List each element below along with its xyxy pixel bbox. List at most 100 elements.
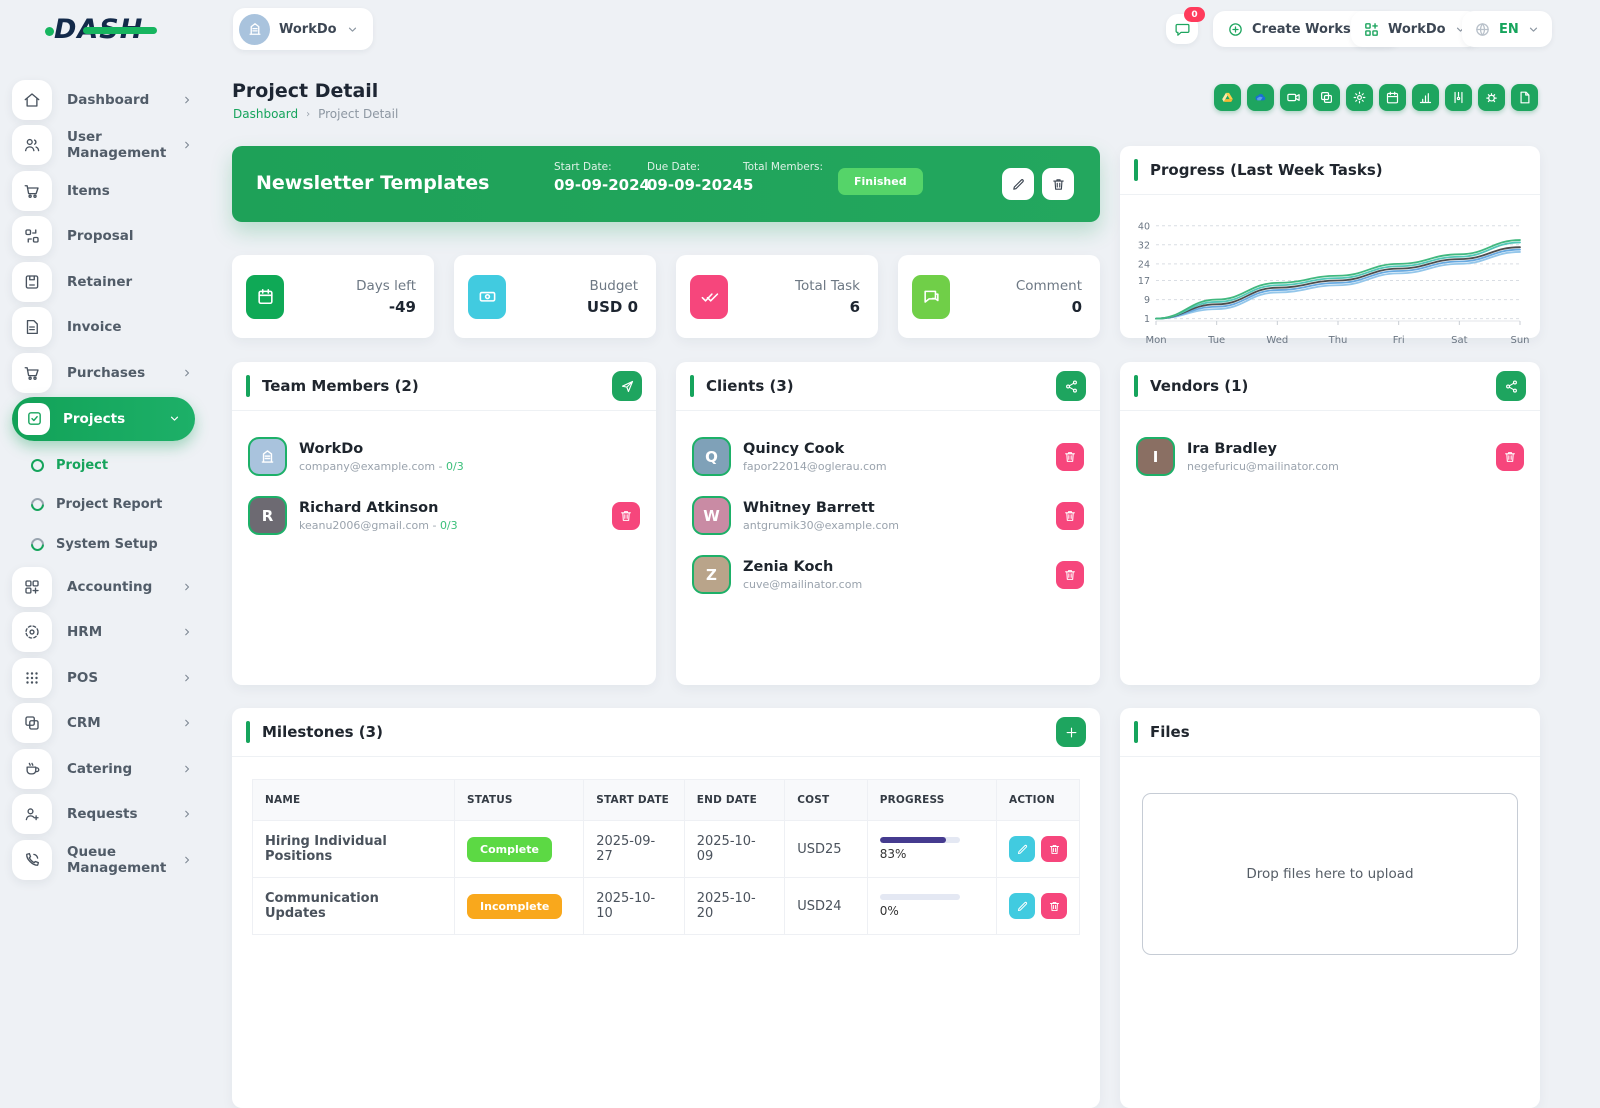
invite-member-button[interactable] xyxy=(612,371,642,401)
sidebar-item-user-management[interactable]: User Management xyxy=(0,123,207,169)
vendors-title: Vendors (1) xyxy=(1150,377,1496,395)
member-name: Whitney Barrett xyxy=(743,500,1044,516)
delete-member-button[interactable] xyxy=(1056,561,1084,589)
sidebar-item-dashboard[interactable]: Dashboard xyxy=(0,77,207,123)
share-clients-button[interactable] xyxy=(1056,371,1086,401)
sidebar-item-label: Retainer xyxy=(67,274,193,290)
invoice-icon xyxy=(23,318,41,336)
share-vendors-button[interactable] xyxy=(1496,371,1526,401)
stat-label: Days left xyxy=(294,278,416,294)
sidebar-item-hrm[interactable]: HRM xyxy=(0,610,207,656)
files-title: Files xyxy=(1150,723,1526,741)
sidebar-item-catering[interactable]: Catering xyxy=(0,746,207,792)
app-logo[interactable]: DASH xyxy=(54,14,143,45)
sidebar-item-invoice[interactable]: Invoice xyxy=(0,305,207,351)
pencil-icon xyxy=(1016,843,1029,856)
file-dropzone[interactable]: Drop files here to upload xyxy=(1142,793,1518,955)
svg-text:Tue: Tue xyxy=(1207,335,1225,346)
edit-project-button[interactable] xyxy=(1002,168,1034,200)
quickbar-onedrive-button[interactable] xyxy=(1247,84,1274,111)
sidebar-subitem-label: Project xyxy=(56,458,108,473)
sidebar-subitem-project-report[interactable]: Project Report xyxy=(0,485,207,525)
app-selector[interactable]: WorkDo xyxy=(1351,11,1479,47)
sidebar-item-items[interactable]: Items xyxy=(0,168,207,214)
sidebar-item-retainer[interactable]: Retainer xyxy=(0,259,207,305)
queue-icon xyxy=(12,840,52,880)
quickbar-chart-button[interactable] xyxy=(1412,84,1439,111)
sidebar-item-label: HRM xyxy=(67,624,166,640)
milestone-progress: 83% xyxy=(867,821,996,878)
language-selector[interactable]: EN xyxy=(1462,11,1552,47)
card-accent xyxy=(246,721,250,743)
hrm-icon xyxy=(12,612,52,652)
sidebar-item-projects[interactable]: Projects xyxy=(12,397,195,441)
sidebar-item-purchases[interactable]: Purchases xyxy=(0,350,207,396)
send-icon xyxy=(620,379,635,394)
hrm-icon xyxy=(23,623,41,641)
workspace-selector[interactable]: WorkDo xyxy=(233,8,373,50)
list-item: QQuincy Cookfapor22014@oglerau.com xyxy=(676,427,1100,486)
milestones-table: NAMESTATUSSTART DATEEND DATECOSTPROGRESS… xyxy=(252,779,1080,935)
sidebar-subitem-system-setup[interactable]: System Setup xyxy=(0,525,207,565)
delete-member-button[interactable] xyxy=(612,502,640,530)
start-date-block: Start Date: 09-09-2024 xyxy=(554,161,650,194)
delete-milestone-button[interactable] xyxy=(1041,836,1067,862)
team-members-title: Team Members (2) xyxy=(262,377,612,395)
delete-milestone-button[interactable] xyxy=(1041,893,1067,919)
sidebar-item-label: Dashboard xyxy=(67,92,166,108)
quickbar-columns-button[interactable] xyxy=(1445,84,1472,111)
queue-icon xyxy=(23,851,41,869)
home-icon xyxy=(12,80,52,120)
delete-member-button[interactable] xyxy=(1056,443,1084,471)
breadcrumb-dashboard-link[interactable]: Dashboard xyxy=(233,107,298,121)
columns-icon xyxy=(1451,90,1466,105)
sidebar-item-requests[interactable]: Requests xyxy=(0,792,207,838)
sidebar-subitem-project[interactable]: Project xyxy=(0,446,207,486)
plus-circle-icon xyxy=(1227,21,1244,38)
milestone-status-badge: Incomplete xyxy=(467,894,562,919)
quickbar-video-button[interactable] xyxy=(1280,84,1307,111)
milestone-cost: USD25 xyxy=(785,821,867,878)
quickbar-calendar-button[interactable] xyxy=(1379,84,1406,111)
sidebar-item-queue-management[interactable]: Queue Management xyxy=(0,837,207,883)
delete-member-button[interactable] xyxy=(1056,502,1084,530)
quickbar-document-button[interactable] xyxy=(1511,84,1538,111)
member-email: negefuricu@mailinator.com xyxy=(1187,460,1484,473)
edit-milestone-button[interactable] xyxy=(1009,836,1035,862)
sidebar-item-proposal[interactable]: Proposal xyxy=(0,214,207,260)
edit-milestone-button[interactable] xyxy=(1009,893,1035,919)
sidebar-item-accounting[interactable]: Accounting xyxy=(0,564,207,610)
sidebar-subitem-label: System Setup xyxy=(56,537,158,552)
breadcrumb: Dashboard › Project Detail xyxy=(233,107,398,121)
stat-value: USD 0 xyxy=(516,298,638,316)
quickbar-settings-button[interactable] xyxy=(1346,84,1373,111)
delete-member-button[interactable] xyxy=(1496,443,1524,471)
svg-text:32: 32 xyxy=(1138,240,1150,251)
svg-text:Thu: Thu xyxy=(1328,335,1348,346)
milestone-status-badge: Complete xyxy=(467,837,552,862)
due-date-label: Due Date: xyxy=(647,161,743,173)
share-icon xyxy=(1064,379,1079,394)
copy-icon xyxy=(1319,90,1334,105)
messages-button[interactable]: 0 xyxy=(1166,14,1198,44)
calendar-icon xyxy=(1385,90,1400,105)
vendors-list: IIra Bradleynegefuricu@mailinator.com xyxy=(1120,411,1540,486)
quickbar-copy-button[interactable] xyxy=(1313,84,1340,111)
users-icon xyxy=(23,136,41,154)
quickbar-drive-button[interactable] xyxy=(1214,84,1241,111)
sidebar-item-pos[interactable]: POS xyxy=(0,655,207,701)
logo-dot xyxy=(45,27,54,36)
milestone-cost: USD24 xyxy=(785,878,867,935)
sidebar-item-crm[interactable]: CRM xyxy=(0,701,207,747)
delete-project-button[interactable] xyxy=(1042,168,1074,200)
building-icon xyxy=(258,447,277,466)
quickbar-bug-button[interactable] xyxy=(1478,84,1505,111)
milestones-header-row: NAMESTATUSSTART DATEEND DATECOSTPROGRESS… xyxy=(253,780,1080,821)
milestone-name: Communication Updates xyxy=(253,878,455,935)
page-title: Project Detail xyxy=(232,80,378,102)
chevron-down-icon xyxy=(346,23,359,36)
column-header: NAME xyxy=(253,780,455,821)
clients-title: Clients (3) xyxy=(706,377,1056,395)
catering-icon xyxy=(12,749,52,789)
add-milestone-button[interactable] xyxy=(1056,717,1086,747)
